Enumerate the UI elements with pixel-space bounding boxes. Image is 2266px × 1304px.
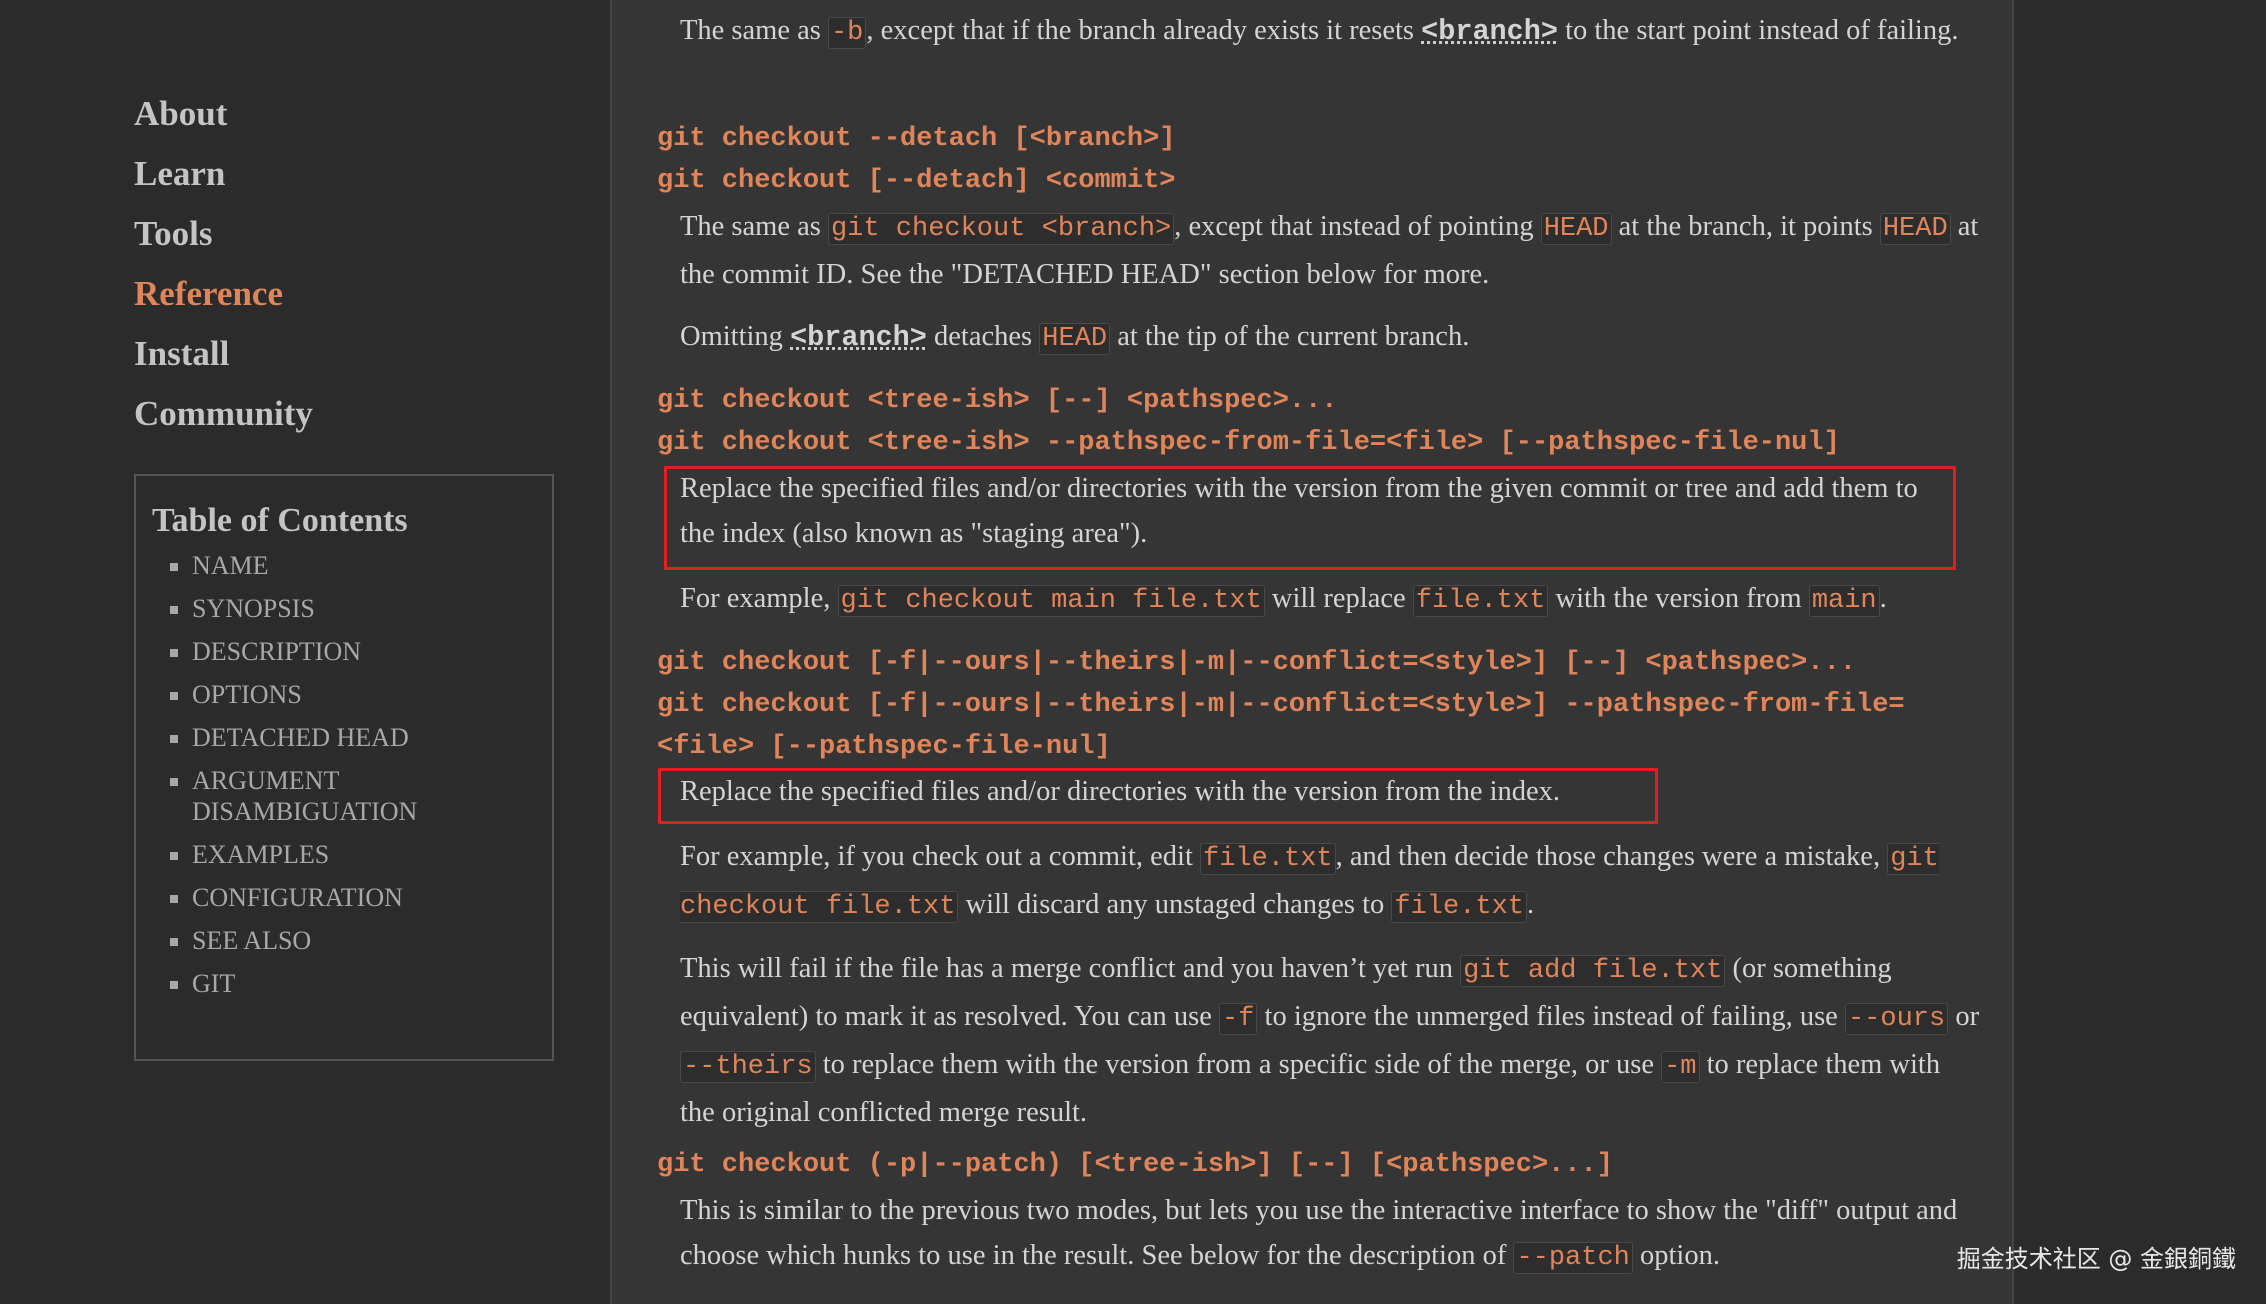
nav-item-learn[interactable]: Learn [134,144,313,204]
nav-item-tools[interactable]: Tools [134,204,313,264]
placeholder-ref: <branch> [790,321,927,354]
inline-code: git checkout <branch> [827,213,1175,245]
inline-code: main [1808,585,1880,617]
nav-item-install[interactable]: Install [134,324,313,384]
inline-code: git checkout main file.txt [837,585,1265,617]
paragraph: This will fail if the file has a merge c… [680,953,1980,1128]
inline-code: file.txt [1412,585,1549,617]
toc-item-see-also[interactable]: SEE ALSO [152,925,536,956]
inline-code: file.txt [1391,891,1528,923]
inline-code: --ours [1844,1003,1949,1035]
command-synopsis: git checkout [-f|--ours|--theirs|-m|--co… [657,690,1905,720]
paragraph-highlighted: Replace the specified files and/or direc… [680,473,1918,549]
inline-code: --theirs [680,1051,816,1083]
paragraph: For example, if you check out a commit, … [680,841,1939,923]
paragraph: This is similar to the previous two mode… [680,1195,1958,1274]
inline-code: HEAD [1879,213,1951,245]
command-synopsis: git checkout --detach [<branch>] [657,124,1176,154]
toc-item-synopsis[interactable]: SYNOPSIS [152,593,536,624]
toc-item-examples[interactable]: EXAMPLES [152,839,536,870]
command-synopsis: git checkout [-f|--ours|--theirs|-m|--co… [657,648,1856,678]
placeholder-ref: <branch> [1421,15,1558,48]
paragraph: For example, git checkout main file.txt … [680,583,1887,617]
sidebar: About Learn Tools Reference Install Comm… [0,0,610,1304]
inline-code: -m [1661,1051,1700,1083]
main-nav: About Learn Tools Reference Install Comm… [134,84,313,444]
inline-code: -f [1219,1003,1258,1035]
inline-code: file.txt [1200,843,1336,875]
toc-item-git[interactable]: GIT [152,968,536,999]
paragraph: Omitting <branch> detaches HEAD at the t… [680,321,1470,355]
inline-code: git add file.txt [1460,955,1726,987]
inline-code: HEAD [1540,213,1612,245]
toc-item-configuration[interactable]: CONFIGURATION [152,882,536,913]
inline-code: -b [827,17,867,49]
main-content: The same as -b, except that if the branc… [610,0,2014,1304]
command-synopsis: git checkout <tree-ish> [--] <pathspec>.… [657,386,1338,416]
command-synopsis: git checkout [--detach] <commit> [657,166,1176,196]
nav-item-community[interactable]: Community [134,384,313,444]
watermark: 掘金技术社区 @ 金銀銅鐵 [1956,1245,2236,1273]
nav-item-reference[interactable]: Reference [134,264,313,324]
toc-item-name[interactable]: NAME [152,550,536,581]
paragraph-highlighted: Replace the specified files and/or direc… [680,776,1561,807]
inline-code: HEAD [1039,323,1111,355]
nav-item-about[interactable]: About [134,84,313,144]
table-of-contents: Table of Contents NAME SYNOPSIS DESCRIPT… [134,474,554,1061]
toc-item-argument-disambiguation[interactable]: ARGUMENT DISAMBIGUATION [152,765,417,827]
toc-title: Table of Contents [152,502,408,539]
command-synopsis: <file> [--pathspec-file-nul] [657,732,1111,762]
command-synopsis: git checkout (-p|--patch) [<tree-ish>] [… [657,1150,1613,1180]
paragraph: The same as git checkout <branch>, excep… [680,211,1979,290]
toc-item-description[interactable]: DESCRIPTION [152,636,536,667]
toc-item-detached-head[interactable]: DETACHED HEAD [152,722,536,753]
toc-item-options[interactable]: OPTIONS [152,679,536,710]
paragraph: The same as -b, except that if the branc… [680,15,1959,49]
inline-code: --patch [1513,1242,1633,1274]
command-synopsis: git checkout <tree-ish> --pathspec-from-… [657,428,1840,458]
